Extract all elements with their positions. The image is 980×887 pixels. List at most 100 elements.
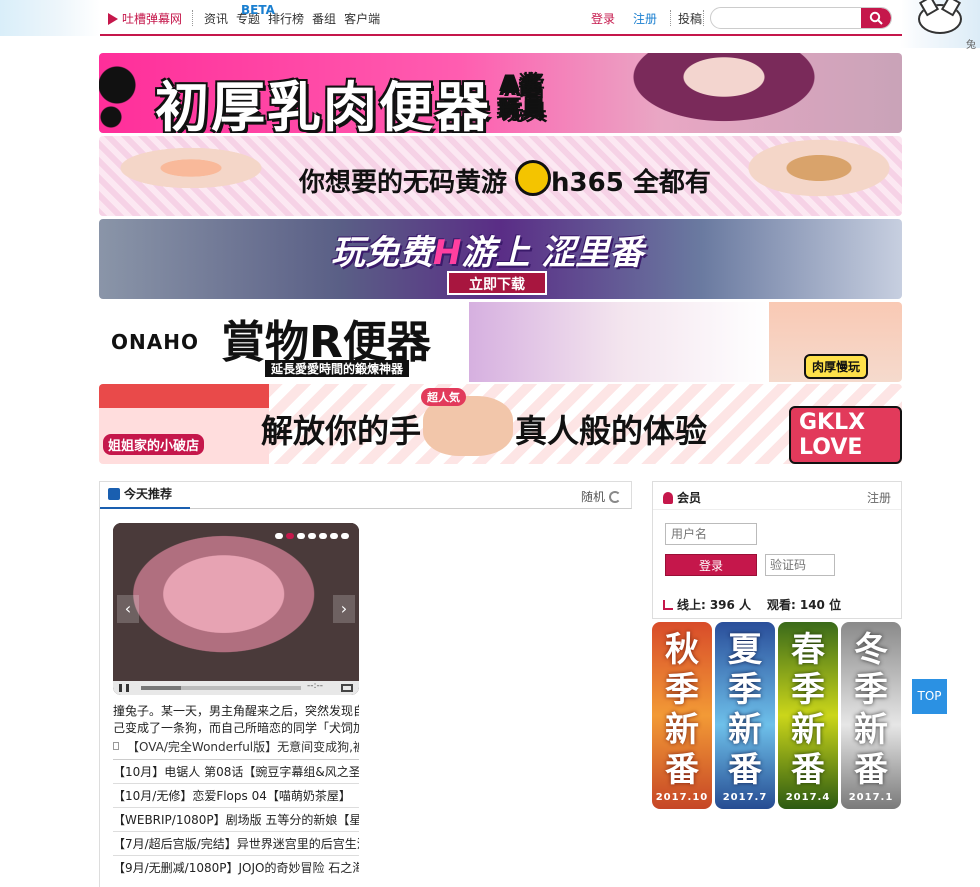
pause-icon[interactable] [119, 684, 129, 692]
top-bar: 兔 吐槽弹幕网 资讯 专题 排行榜 番组 客户端 BETA 登录 注册 投稿 [0, 0, 980, 51]
season-winter-banner[interactable]: 冬季新番 2017.1 [841, 622, 901, 809]
banner-text-highlight: H [433, 233, 462, 273]
slide-dot-active[interactable] [286, 533, 294, 539]
banner-text: 真人般的体验 [515, 412, 708, 450]
online-stats: 线上: 396 人 观看: 140 位 [663, 596, 841, 613]
video-thumbnail [113, 523, 359, 681]
list-item[interactable]: 【10月】电锯人 第08话【豌豆字幕组&风之圣殿 [113, 759, 359, 783]
video-title-text: 【OVA/完全Wonderful版】无意间变成狗,被 [127, 739, 359, 754]
viewing-count: 140 位 [799, 598, 842, 612]
search-button[interactable] [861, 8, 891, 28]
today-recommend-header: 今天推荐 随机 [99, 481, 632, 509]
random-label: 随机 [580, 490, 605, 504]
banner-text: 玩免费H游上 涩里番 [331, 225, 643, 274]
slide-indicators [275, 533, 349, 539]
fullscreen-icon[interactable] [341, 684, 353, 692]
banner-side-line: 玩具 [498, 98, 547, 123]
banner-text: 解放你的手 [261, 412, 422, 450]
video-description: 撞兔子。某一天，男主角醒来之后，突然发现自 己变成了一条狗，而自己所暗恋的同学「… [113, 703, 359, 737]
video-title-link[interactable]: 【OVA/完全Wonderful版】无意间变成狗,被 [113, 737, 359, 755]
divider [703, 10, 704, 26]
refresh-icon [609, 490, 621, 503]
banner-side-text: A酱 玩具 [155, 75, 890, 123]
banner-text-highlight: 无码黄游 [403, 168, 508, 198]
ad-banner-1[interactable]: 初厚乳肉便器 A酱 玩具 [99, 53, 902, 133]
ad-banner-4[interactable]: ONAHO 賞物R便器 延長愛愛時間的鍛煉神器 肉厚慢玩 [99, 302, 902, 382]
banner-illustration [469, 302, 769, 382]
list-item[interactable]: 【WEBRIP/1080P】剧场版 五等分的新娘【星空 [113, 807, 359, 831]
back-to-top-button[interactable]: TOP [912, 679, 947, 714]
captcha-input[interactable] [765, 554, 835, 576]
slide-dot[interactable] [297, 533, 305, 539]
site-logo[interactable]: 吐槽弹幕网 [108, 10, 182, 27]
season-text: 秋季新番 [665, 630, 699, 790]
season-spring-banner[interactable]: 春季新番 2017.4 [778, 622, 838, 809]
username-input[interactable] [665, 523, 757, 545]
banner-tag: 肉厚慢玩 [803, 354, 868, 379]
list-item[interactable]: 【9月/无删减/1080P】JOJO的奇妙冒险 石之海 [113, 855, 359, 879]
banner-text-part: 你想要的 [299, 168, 404, 198]
flag-icon [113, 742, 119, 750]
recommend-list: 【10月】电锯人 第08话【豌豆字幕组&风之圣殿 【10月/无修】恋爱Flops… [113, 759, 359, 879]
header-decoration-left [0, 0, 100, 36]
tab-today-recommend[interactable]: 今天推荐 [100, 481, 190, 509]
main-nav: 吐槽弹幕网 资讯 专题 排行榜 番组 客户端 BETA 登录 注册 投稿 [100, 0, 902, 36]
ink-splash-decoration [99, 53, 159, 133]
random-button[interactable]: 随机 [581, 488, 621, 505]
search-box [710, 7, 892, 29]
season-text: 春季新番 [791, 630, 825, 790]
next-arrow-icon[interactable]: › [333, 595, 355, 623]
today-recommend-body: ‹ › --:-- 撞兔子。某一天，男主角醒来之后，突然发现自 己变成了一条狗，… [99, 509, 632, 887]
banner-text-part: h365 全都有 [551, 168, 711, 198]
nav-links: 资讯 专题 排行榜 番组 客户端 [204, 10, 380, 27]
list-item[interactable]: 【7月/超后宫版/完结】异世界迷宫里的后宫生活 [113, 831, 359, 855]
progress-fill [141, 686, 181, 690]
ad-banner-2[interactable]: 你想要的无码黄游 h365 全都有 [99, 136, 902, 216]
beta-badge: BETA [241, 3, 275, 17]
login-link[interactable]: 登录 [591, 10, 615, 27]
ad-banner-5[interactable]: 姐姐家的小破店 超人気 解放你的手 真人般的体验 GKLX LOVE [99, 384, 902, 464]
player-controls: --:-- [113, 681, 359, 695]
slide-dot[interactable] [319, 533, 327, 539]
header-decoration-right: 兔 [900, 0, 980, 51]
season-year: 2017.10 [655, 792, 709, 803]
season-text: 冬季新番 [854, 630, 888, 790]
slide-dot[interactable] [341, 533, 349, 539]
search-icon [869, 11, 883, 25]
nav-item-news[interactable]: 资讯 [204, 10, 228, 27]
member-title: 会员 [663, 489, 701, 506]
nav-item-bangumi[interactable]: 番组 [312, 10, 336, 27]
description-line: 己变成了一条狗，而自己所暗恋的同学「犬饲加 [113, 721, 359, 735]
login-button[interactable]: 登录 [665, 554, 757, 576]
banner-text-part: 游上 涩里番 [461, 233, 644, 273]
user-icon [663, 491, 673, 504]
divider [192, 10, 193, 26]
member-title-text: 会员 [677, 491, 702, 505]
list-item[interactable]: 【10月/无修】恋爱Flops 04【喵萌奶茶屋】 [113, 783, 359, 807]
download-button[interactable]: 立即下载 [447, 271, 547, 295]
slide-dot[interactable] [330, 533, 338, 539]
banner-side-line: A酱 [500, 74, 545, 99]
season-autumn-banner[interactable]: 秋季新番 2017.10 [652, 622, 712, 809]
search-input[interactable] [711, 8, 861, 28]
video-player[interactable]: ‹ › --:-- [113, 523, 359, 695]
post-link[interactable]: 投稿 [678, 10, 702, 27]
divider [670, 10, 671, 26]
member-register-link[interactable]: 注册 [867, 489, 891, 506]
slide-dot[interactable] [275, 533, 283, 539]
prev-arrow-icon[interactable]: ‹ [117, 595, 139, 623]
progress-bar[interactable] [141, 686, 301, 690]
banner-subtitle: 延長愛愛時間的鍛煉神器 [265, 360, 410, 377]
slide-dot[interactable] [308, 533, 316, 539]
signal-icon [663, 599, 673, 610]
ad-banner-3[interactable]: 玩免费H游上 涩里番 立即下载 [99, 219, 902, 299]
online-count: 396 人 [709, 598, 752, 612]
thumbs-up-icon [108, 488, 120, 500]
season-summer-banner[interactable]: 夏季新番 2017.7 [715, 622, 775, 809]
banner-illustration [699, 136, 899, 216]
register-link[interactable]: 注册 [633, 10, 657, 27]
online-label: 线上: [677, 598, 706, 612]
season-year: 2017.4 [785, 792, 831, 803]
nav-item-client[interactable]: 客户端 [344, 10, 380, 27]
cat-mascot-icon [918, 4, 962, 34]
